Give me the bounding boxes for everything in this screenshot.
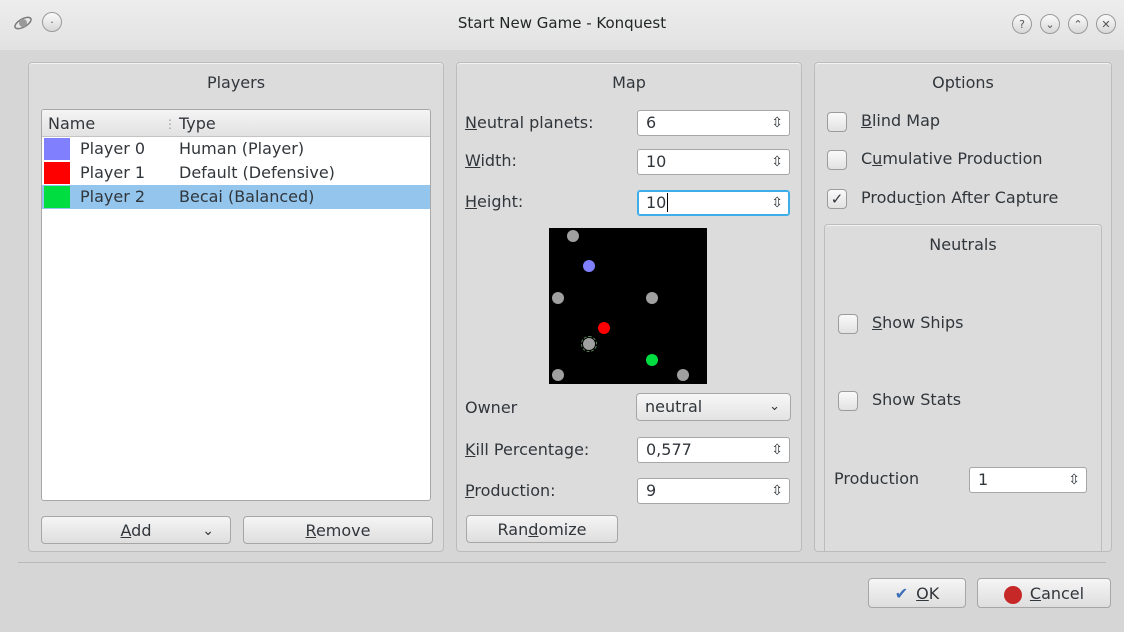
neutral-production-label: Production <box>834 469 920 488</box>
planet-neutral[interactable] <box>567 230 579 242</box>
check-icon: ✔ <box>894 584 909 603</box>
show-ships-checkbox[interactable] <box>838 314 858 334</box>
planet-neutral[interactable] <box>677 369 689 381</box>
spin-arrows-icon[interactable]: ⇳ <box>771 150 783 174</box>
players-group: Players Name ⋮ Type Player 0 Human (Play… <box>28 62 444 552</box>
player-row[interactable]: Player 0 Human (Player) <box>42 137 430 161</box>
randomize-button[interactable]: Randomize <box>466 515 618 543</box>
planet-player0[interactable] <box>583 260 595 272</box>
player-name: Player 1 <box>80 163 146 182</box>
production-after-capture-label[interactable]: Production After Capture <box>861 188 1058 207</box>
column-name-header[interactable]: Name <box>48 114 95 133</box>
galaxy-map[interactable] <box>549 228 707 384</box>
neutral-planets-spinbox[interactable]: 6 ⇳ <box>637 110 790 136</box>
blind-map-checkbox[interactable] <box>827 112 847 132</box>
cumulative-production-checkbox[interactable] <box>827 150 847 170</box>
show-ships-label[interactable]: Show Ships <box>872 313 964 332</box>
ok-button[interactable]: ✔ OK <box>868 578 966 608</box>
add-label: dd <box>131 521 152 540</box>
dialog-window: · Start New Game - Konquest ? ⌄ ⌃ ✕ Play… <box>0 0 1124 632</box>
checkmark-icon: ✓ <box>830 190 844 208</box>
width-spinbox[interactable]: 10 ⇳ <box>637 149 790 175</box>
player-name: Player 2 <box>80 187 146 206</box>
players-title: Players <box>206 73 266 92</box>
neutral-production-spinbox[interactable]: 1 ⇳ <box>969 467 1087 493</box>
neutral-planets-label: Neutral planets: <box>465 113 594 132</box>
maximize-icon[interactable]: ⌃ <box>1068 14 1088 34</box>
chevron-down-icon: ⌄ <box>769 399 780 414</box>
player-color-swatch <box>44 186 70 208</box>
player-color-swatch <box>44 162 70 184</box>
window-controls: ? ⌄ ⌃ ✕ <box>1012 14 1116 34</box>
cumulative-production-label[interactable]: Cumulative Production <box>861 149 1043 168</box>
player-row[interactable]: Player 1 Default (Defensive) <box>42 161 430 185</box>
player-row-selected[interactable]: Player 2 Becai (Balanced) <box>42 185 430 209</box>
spin-arrows-icon[interactable]: ⇳ <box>771 191 783 215</box>
options-title: Options <box>932 73 994 92</box>
planet-player1[interactable] <box>598 322 610 334</box>
neutrals-group: Neutrals <box>824 224 1102 551</box>
cancel-icon <box>1003 585 1022 604</box>
players-list-header: Name ⋮ Type <box>42 110 430 137</box>
title-bar[interactable]: · Start New Game - Konquest ? ⌄ ⌃ ✕ <box>0 0 1124 50</box>
player-type: Becai (Balanced) <box>179 187 315 206</box>
production-label: Production: <box>465 481 556 500</box>
column-separator: ⋮ <box>164 117 176 131</box>
remove-label: emove <box>315 521 371 540</box>
remove-label-mnemonic: R <box>305 521 316 540</box>
chevron-down-icon: ⌄ <box>202 523 214 539</box>
blind-map-label[interactable]: Blind Map <box>861 111 940 130</box>
height-spinbox[interactable]: 10 ⇳ <box>637 190 790 216</box>
show-stats-label[interactable]: Show Stats <box>872 390 961 409</box>
owner-label: Owner <box>465 398 518 417</box>
player-type: Default (Defensive) <box>179 163 335 182</box>
text-cursor <box>667 193 669 212</box>
player-type: Human (Player) <box>179 139 305 158</box>
spin-arrows-icon[interactable]: ⇳ <box>771 479 783 503</box>
production-after-capture-checkbox[interactable]: ✓ <box>827 189 847 209</box>
width-label: Width: <box>465 151 517 170</box>
footer-separator <box>18 562 1106 563</box>
players-list[interactable]: Name ⋮ Type Player 0 Human (Player) Play… <box>41 109 431 501</box>
player-name: Player 0 <box>80 139 146 158</box>
planet-player2[interactable] <box>646 354 658 366</box>
spin-arrows-icon[interactable]: ⇳ <box>771 438 783 462</box>
height-label: Height: <box>465 192 524 211</box>
add-player-button[interactable]: Add ⌄ <box>41 516 231 544</box>
neutrals-title: Neutrals <box>929 235 997 254</box>
planet-neutral[interactable] <box>552 369 564 381</box>
show-stats-checkbox[interactable] <box>838 391 858 411</box>
cancel-button[interactable]: Cancel <box>977 578 1111 608</box>
spin-arrows-icon[interactable]: ⇳ <box>1068 468 1080 492</box>
remove-player-button[interactable]: Remove <box>243 516 433 544</box>
help-icon[interactable]: ? <box>1012 14 1032 34</box>
column-type-header[interactable]: Type <box>179 114 216 133</box>
spin-arrows-icon[interactable]: ⇳ <box>771 111 783 135</box>
close-icon[interactable]: ✕ <box>1096 14 1116 34</box>
kill-percentage-label: Kill Percentage: <box>465 440 590 459</box>
window-title: Start New Game - Konquest <box>457 14 667 32</box>
planet-neutral[interactable] <box>552 292 564 304</box>
minimize-icon[interactable]: ⌄ <box>1040 14 1060 34</box>
map-title: Map <box>612 73 646 92</box>
planet-neutral-selected[interactable] <box>581 336 597 352</box>
player-color-swatch <box>44 138 70 160</box>
owner-combobox[interactable]: neutral ⌄ <box>636 393 791 421</box>
kill-percentage-spinbox[interactable]: 0,577 ⇳ <box>637 437 790 463</box>
planet-neutral[interactable] <box>646 292 658 304</box>
production-spinbox[interactable]: 9 ⇳ <box>637 478 790 504</box>
add-label-mnemonic: A <box>120 521 132 540</box>
